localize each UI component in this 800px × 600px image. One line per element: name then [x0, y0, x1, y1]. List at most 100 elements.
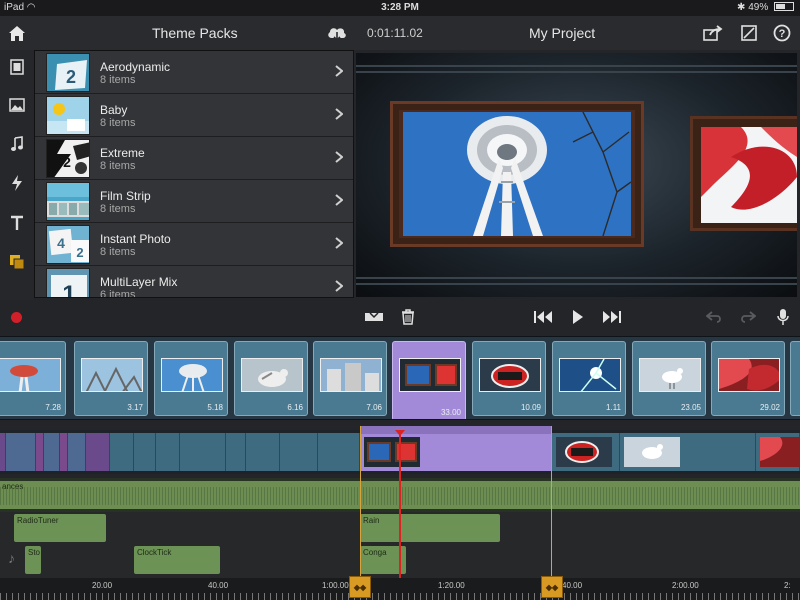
svg-text:2: 2 — [66, 67, 76, 87]
storyboard-clip[interactable]: 10.09 — [472, 341, 546, 416]
clip-thumbnail — [559, 358, 621, 392]
timeline-clip[interactable] — [552, 433, 620, 471]
preview-stripe — [356, 65, 797, 67]
storyboard-clip[interactable]: 5.18 — [154, 341, 228, 416]
storyboard-clip[interactable]: 23.05 — [632, 341, 706, 416]
theme-pack-item[interactable]: 42 Instant Photo 8 items — [35, 223, 353, 266]
titles-icon[interactable] — [5, 211, 29, 235]
theme-pack-item[interactable]: Film Strip 8 items — [35, 180, 353, 223]
sound-clip-clocktick[interactable]: ClockTick — [134, 546, 220, 574]
timeline-clip[interactable] — [226, 433, 246, 471]
music-note-icon: ♪ — [8, 550, 15, 566]
storyboard-clip-selected[interactable]: 33.00 — [392, 341, 466, 419]
storyboard-clip[interactable]: 6.16 — [234, 341, 308, 416]
skip-to-start-icon[interactable] — [532, 307, 554, 327]
sound-clip-label: Sto — [28, 548, 41, 557]
video-preview[interactable] — [356, 53, 797, 297]
ruler-label: 20.00 — [92, 581, 113, 590]
timeline-clip[interactable] — [110, 433, 134, 471]
trim-handle-right[interactable]: ◆◆ — [541, 576, 563, 598]
video-clips-icon[interactable] — [5, 55, 29, 79]
undo-icon[interactable] — [703, 307, 725, 327]
status-right: ✱ 49% — [737, 2, 794, 13]
sound-clip-stop[interactable]: Sto — [25, 546, 41, 574]
ruler-label: 2:00.00 — [672, 581, 699, 590]
sound-clip-label: RadioTuner — [17, 516, 59, 525]
timeline-clip[interactable] — [68, 433, 86, 471]
timeline-clip[interactable] — [756, 433, 800, 471]
theme-pack-count: 8 items — [100, 203, 136, 215]
timeline-clip[interactable] — [156, 433, 180, 471]
play-icon[interactable] — [567, 307, 589, 327]
help-icon[interactable]: ? — [769, 20, 795, 46]
storyboard-clip[interactable]: 7.06 — [313, 341, 387, 416]
theme-pack-item[interactable]: 1 MultiLayer Mix 6 items — [35, 266, 353, 297]
clip-thumbnail — [0, 358, 61, 392]
timeline-clip[interactable] — [134, 433, 156, 471]
skip-to-end-icon[interactable] — [601, 307, 623, 327]
timeline-clip[interactable] — [6, 433, 36, 471]
red-sculpture-photo — [701, 127, 797, 223]
storyboard-clip[interactable]: 1.11 — [552, 341, 626, 416]
storyboard-clip[interactable]: 29.02 — [711, 341, 785, 416]
storyboard-clip[interactable]: 7.28 — [0, 341, 66, 416]
theme-pack-name: Instant Photo — [100, 232, 171, 246]
cloud-download-icon[interactable] — [324, 20, 350, 46]
trash-icon[interactable] — [397, 307, 419, 327]
clip-thumbnail — [320, 358, 382, 392]
sound-clip-label: ClockTick — [137, 548, 172, 557]
clip-duration: 6.16 — [287, 403, 303, 412]
timeline-clip[interactable] — [318, 433, 360, 471]
timeline-clip[interactable] — [36, 433, 44, 471]
app-root: iPad ◠ 3:28 PM ✱ 49% Theme Packs 0:01:11… — [0, 0, 800, 600]
ruler-ticks — [0, 593, 800, 600]
project-title[interactable]: My Project — [529, 25, 595, 41]
clip-thumbnail — [161, 358, 223, 392]
chevron-right-icon — [335, 150, 344, 168]
timeline-clip[interactable] — [180, 433, 226, 471]
svg-text:?: ? — [779, 28, 786, 40]
header-bar: Theme Packs 0:01:11.02 My Project ? — [0, 16, 800, 50]
chevron-right-icon — [335, 279, 344, 297]
timeline-clip-selected[interactable] — [360, 433, 552, 471]
transitions-icon[interactable] — [5, 171, 29, 195]
home-icon[interactable] — [4, 20, 30, 46]
theme-pack-count: 8 items — [100, 246, 136, 258]
photos-icon[interactable] — [5, 93, 29, 117]
storyboard-clip[interactable] — [790, 341, 800, 416]
split-clip-icon[interactable] — [363, 307, 385, 327]
timeline-clip[interactable] — [246, 433, 280, 471]
timeline-clip[interactable] — [280, 433, 318, 471]
svg-text:4: 4 — [57, 235, 65, 251]
timeline-clip[interactable] — [620, 433, 756, 471]
timeline-clip[interactable] — [86, 433, 110, 471]
timeline-clip[interactable] — [44, 433, 60, 471]
playhead[interactable] — [399, 432, 401, 578]
ruler-label: 1:20.00 — [438, 581, 465, 590]
theme-pack-item[interactable]: Baby 8 items — [35, 94, 353, 137]
clip-duration: 33.00 — [440, 408, 461, 417]
status-bar: iPad ◠ 3:28 PM ✱ 49% — [0, 0, 800, 16]
clip-duration: 7.06 — [366, 403, 382, 412]
theme-pack-item[interactable]: 2 Extreme 8 items — [35, 137, 353, 180]
trim-handle-left[interactable]: ◆◆ — [349, 576, 371, 598]
theme-pack-item[interactable]: 2 Aerodynamic 8 items — [35, 51, 353, 94]
battery-percent: 49% — [748, 2, 769, 13]
redo-icon[interactable] — [737, 307, 759, 327]
theme-thumbnail-multilayer-mix: 1 — [46, 268, 90, 297]
theme-packs-icon[interactable] — [5, 250, 29, 274]
storyboard-clip[interactable]: 3.17 — [74, 341, 148, 416]
microphone-icon[interactable] — [772, 307, 794, 327]
clip-thumbnail — [81, 358, 143, 392]
music-icon[interactable] — [5, 132, 29, 156]
clip-duration: 7.28 — [45, 403, 61, 412]
sound-clip-rain[interactable]: Rain — [360, 514, 500, 542]
record-voiceover-button[interactable] — [11, 312, 22, 323]
aspect-ratio-icon[interactable] — [736, 20, 762, 46]
theme-pack-name: Extreme — [100, 146, 145, 160]
timeline-ruler[interactable]: 20.00 40.00 1:00.00 1:20.00 40.00 2:00.0… — [0, 578, 800, 600]
share-icon[interactable] — [700, 20, 726, 46]
timeline-clip[interactable] — [60, 433, 68, 471]
sound-clip-radiotuner[interactable]: RadioTuner — [14, 514, 106, 542]
clip-duration: 1.11 — [606, 403, 621, 412]
